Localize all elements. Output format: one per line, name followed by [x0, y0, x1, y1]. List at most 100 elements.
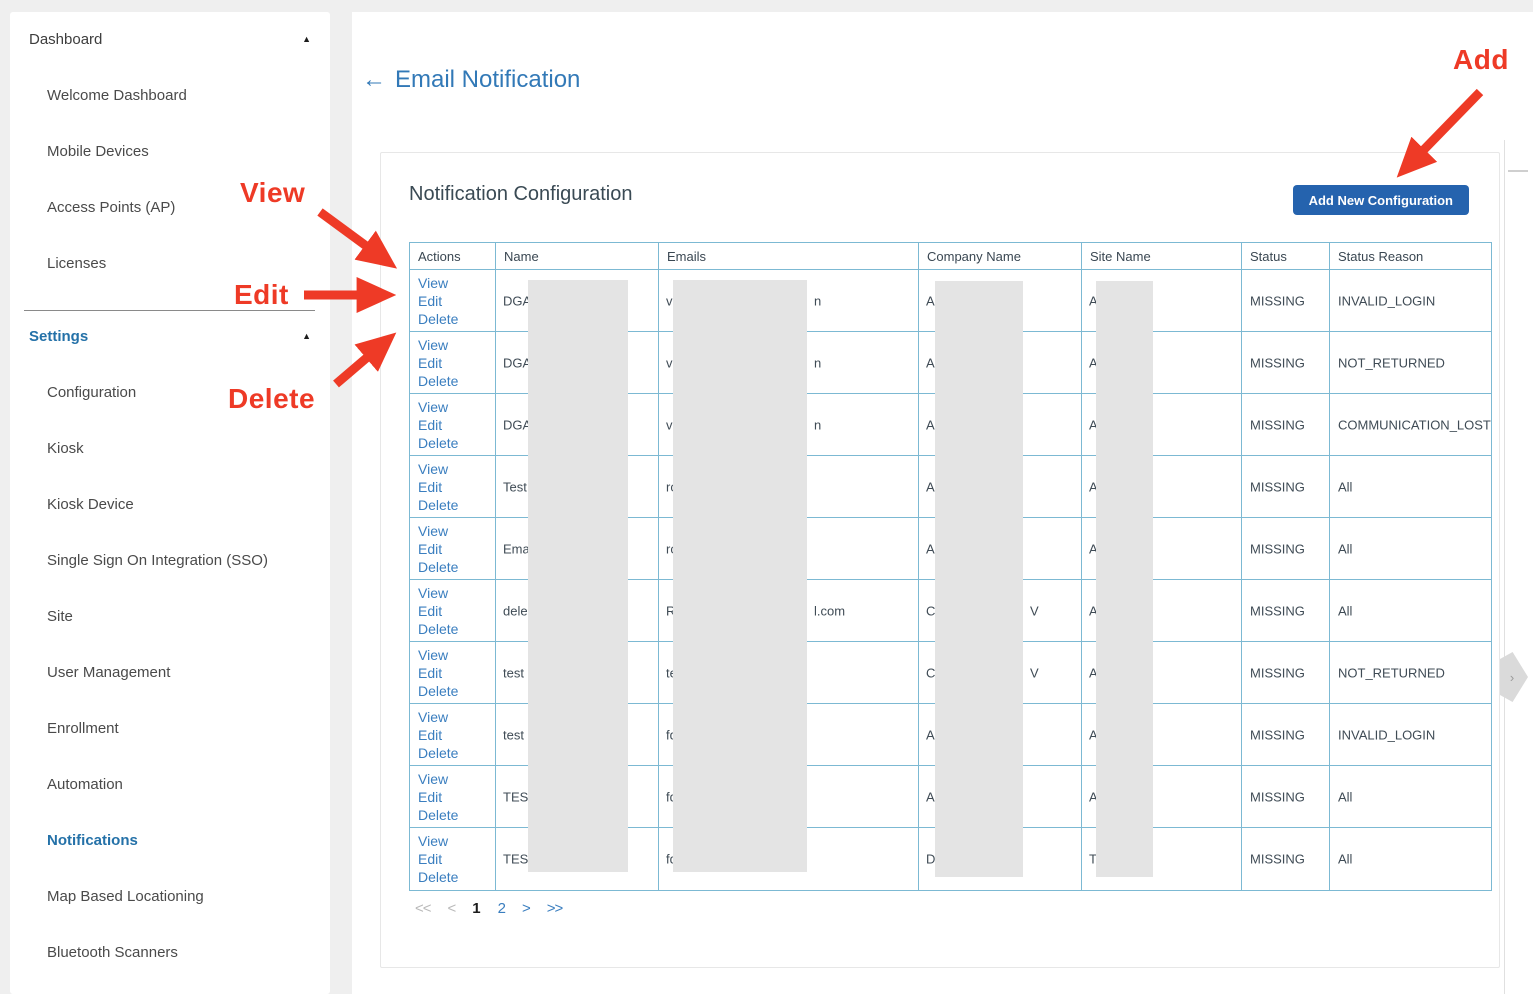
- edit-link[interactable]: Edit: [418, 788, 495, 806]
- name-value: test: [503, 665, 524, 680]
- redacted-block-site: [1096, 281, 1153, 877]
- status-reason-value: All: [1338, 852, 1352, 867]
- delete-link[interactable]: Delete: [418, 372, 495, 390]
- actions-cell: View Edit Delete: [410, 766, 496, 827]
- sidebar-item-welcome-dashboard[interactable]: Welcome Dashboard: [47, 84, 317, 106]
- pagination-next[interactable]: >: [522, 900, 530, 917]
- name-value: DGA: [503, 417, 531, 432]
- name-value: Ema: [503, 541, 530, 556]
- add-new-configuration-button[interactable]: Add New Configuration: [1293, 185, 1469, 215]
- status-cell: MISSING: [1242, 704, 1330, 765]
- chevron-right-icon: ›: [1510, 670, 1514, 685]
- pagination: <<<12>>>: [415, 898, 562, 918]
- status-reason-value: INVALID_LOGIN: [1338, 727, 1435, 742]
- pagination-2[interactable]: 2: [498, 900, 505, 917]
- delete-link[interactable]: Delete: [418, 496, 495, 514]
- edit-link[interactable]: Edit: [418, 540, 495, 558]
- name-value: TES: [503, 852, 528, 867]
- status-cell: MISSING: [1242, 456, 1330, 517]
- name-value: test: [503, 727, 524, 742]
- pagination-nextnext[interactable]: >>: [547, 900, 563, 917]
- pagination-prevprev: <<: [415, 900, 431, 917]
- company-value-suffix: V: [1030, 603, 1039, 618]
- sidebar-section-dashboard[interactable]: Dashboard ▲: [29, 28, 311, 50]
- actions-cell: View Edit Delete: [410, 456, 496, 517]
- delete-link[interactable]: Delete: [418, 558, 495, 576]
- edit-link[interactable]: Edit: [418, 478, 495, 496]
- delete-link[interactable]: Delete: [418, 310, 495, 328]
- edit-link[interactable]: Edit: [418, 354, 495, 372]
- sidebar-item-access-points-ap[interactable]: Access Points (AP): [47, 196, 317, 218]
- status-cell: MISSING: [1242, 642, 1330, 703]
- view-link[interactable]: View: [418, 274, 495, 292]
- card-title: Notification Configuration: [409, 183, 632, 206]
- status-cell: MISSING: [1242, 394, 1330, 455]
- view-link[interactable]: View: [418, 460, 495, 478]
- edit-link[interactable]: Edit: [418, 664, 495, 682]
- delete-link[interactable]: Delete: [418, 744, 495, 762]
- view-link[interactable]: View: [418, 646, 495, 664]
- status-value: MISSING: [1250, 541, 1305, 556]
- page-title: ← Email Notification: [362, 64, 580, 96]
- column-header-status: Status: [1242, 243, 1330, 269]
- column-header-emails: Emails: [659, 243, 919, 269]
- edit-link[interactable]: Edit: [418, 416, 495, 434]
- email-value-suffix: n: [814, 355, 821, 370]
- actions-cell: View Edit Delete: [410, 270, 496, 331]
- view-link[interactable]: View: [418, 832, 495, 850]
- status-reason-value: INVALID_LOGIN: [1338, 293, 1435, 308]
- sidebar-item-automation[interactable]: Automation: [47, 773, 317, 795]
- sidebar: Dashboard ▲ Welcome Dashboard Mobile Dev…: [10, 12, 330, 994]
- actions-cell: View Edit Delete: [410, 580, 496, 641]
- name-value: DGA: [503, 355, 531, 370]
- sidebar-item-single-sign-on-integration-sso[interactable]: Single Sign On Integration (SSO): [47, 549, 317, 571]
- view-link[interactable]: View: [418, 336, 495, 354]
- sidebar-item-configuration[interactable]: Configuration: [47, 381, 317, 403]
- column-header-company-name: Company Name: [919, 243, 1082, 269]
- table-header-row: Actions Name Emails Company Name Site Na…: [410, 243, 1491, 270]
- sidebar-item-bluetooth-scanners[interactable]: Bluetooth Scanners: [47, 941, 317, 963]
- sidebar-item-kiosk-device[interactable]: Kiosk Device: [47, 493, 317, 515]
- view-link[interactable]: View: [418, 522, 495, 540]
- view-link[interactable]: View: [418, 708, 495, 726]
- sidebar-section-settings[interactable]: Settings ▲: [29, 325, 311, 347]
- view-link[interactable]: View: [418, 584, 495, 602]
- sidebar-item-site[interactable]: Site: [47, 605, 317, 627]
- company-value-suffix: V: [1030, 665, 1039, 680]
- status-reason-value: COMMUNICATION_LOST: [1338, 417, 1491, 432]
- status-cell: MISSING: [1242, 766, 1330, 827]
- status-reason-cell: NOT_RETURNED: [1330, 642, 1491, 703]
- edit-link[interactable]: Edit: [418, 292, 495, 310]
- edit-link[interactable]: Edit: [418, 602, 495, 620]
- sidebar-item-map-based-locationing[interactable]: Map Based Locationing: [47, 885, 317, 907]
- drawer-expand-handle[interactable]: ›: [1500, 652, 1528, 702]
- status-reason-cell: INVALID_LOGIN: [1330, 704, 1491, 765]
- delete-link[interactable]: Delete: [418, 682, 495, 700]
- back-arrow-icon[interactable]: ←: [362, 66, 386, 94]
- edit-link[interactable]: Edit: [418, 850, 495, 868]
- status-cell: MISSING: [1242, 332, 1330, 393]
- sidebar-item-kiosk[interactable]: Kiosk: [47, 437, 317, 459]
- view-link[interactable]: View: [418, 770, 495, 788]
- status-reason-cell: COMMUNICATION_LOST: [1330, 394, 1491, 455]
- status-reason-cell: INVALID_LOGIN: [1330, 270, 1491, 331]
- sidebar-item-licenses[interactable]: Licenses: [47, 252, 317, 274]
- delete-link[interactable]: Delete: [418, 434, 495, 452]
- email-value-suffix: l.com: [814, 603, 845, 618]
- status-reason-value: NOT_RETURNED: [1338, 355, 1445, 370]
- sidebar-item-mobile-devices[interactable]: Mobile Devices: [47, 140, 317, 162]
- sidebar-item-user-management[interactable]: User Management: [47, 661, 317, 683]
- sidebar-item-enrollment[interactable]: Enrollment: [47, 717, 317, 739]
- view-link[interactable]: View: [418, 398, 495, 416]
- delete-link[interactable]: Delete: [418, 806, 495, 824]
- delete-link[interactable]: Delete: [418, 868, 495, 886]
- status-reason-cell: All: [1330, 828, 1491, 890]
- delete-link[interactable]: Delete: [418, 620, 495, 638]
- column-header-name: Name: [496, 243, 659, 269]
- sidebar-item-notifications[interactable]: Notifications: [47, 829, 317, 851]
- edit-link[interactable]: Edit: [418, 726, 495, 744]
- email-value-suffix: n: [814, 293, 821, 308]
- status-reason-value: All: [1338, 541, 1352, 556]
- actions-cell: View Edit Delete: [410, 828, 496, 890]
- status-value: MISSING: [1250, 417, 1305, 432]
